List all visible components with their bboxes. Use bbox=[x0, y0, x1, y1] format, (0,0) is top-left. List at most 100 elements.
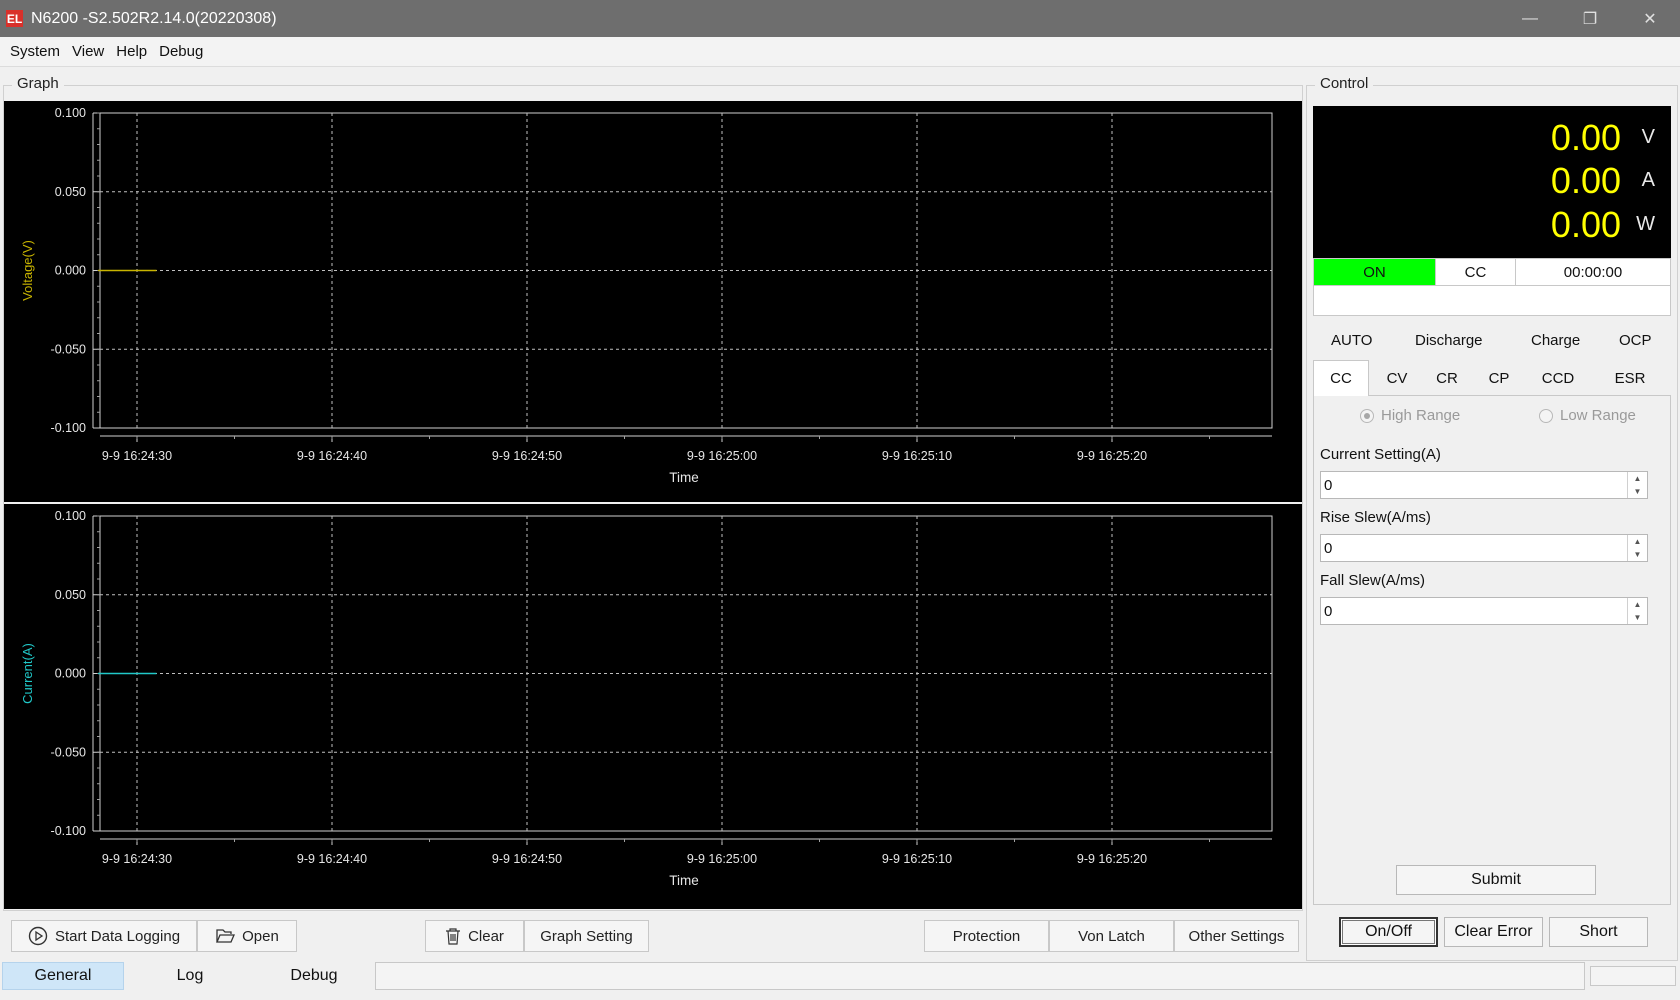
x-axis-label: Time bbox=[669, 470, 699, 485]
mode-indicator: CC bbox=[1436, 259, 1516, 285]
graph-group-title: Graph bbox=[12, 75, 64, 92]
status-bar-cell bbox=[1590, 966, 1676, 986]
spin-down-icon[interactable]: ▼ bbox=[1628, 611, 1647, 624]
tab-debug[interactable]: Debug bbox=[254, 962, 374, 990]
fall-slew-spinbox[interactable]: 0 ▲ ▼ bbox=[1320, 597, 1648, 625]
x-tick-label: 9-9 16:25:20 bbox=[1077, 852, 1147, 866]
von-latch-button[interactable]: Von Latch bbox=[1049, 920, 1174, 952]
y-tick-label: -0.100 bbox=[51, 421, 86, 435]
tab-charge[interactable]: Charge bbox=[1531, 332, 1580, 349]
on-off-button[interactable]: On/Off bbox=[1339, 917, 1438, 947]
tab-ccd[interactable]: CCD bbox=[1530, 360, 1586, 396]
open-label: Open bbox=[242, 927, 279, 945]
graph-setting-button[interactable]: Graph Setting bbox=[524, 920, 649, 952]
rise-slew-spinbox[interactable]: 0 ▲ ▼ bbox=[1320, 534, 1648, 562]
radio-unselected-icon bbox=[1539, 408, 1553, 423]
voltage-reading: 0.00 bbox=[1550, 117, 1621, 158]
protection-button[interactable]: Protection bbox=[924, 920, 1049, 952]
y-tick-label: -0.050 bbox=[51, 745, 86, 759]
tab-cp[interactable]: CP bbox=[1474, 360, 1524, 396]
y-tick-label: 0.050 bbox=[55, 588, 86, 602]
minimize-button[interactable]: — bbox=[1500, 0, 1560, 37]
control-group-title: Control bbox=[1315, 75, 1374, 92]
submit-button[interactable]: Submit bbox=[1396, 865, 1596, 895]
x-tick-label: 9-9 16:24:30 bbox=[102, 449, 172, 463]
x-tick-label: 9-9 16:25:10 bbox=[882, 449, 952, 463]
current-chart: 0.100 0.050 0.000 -0.050 -0.100 9-9 16:24:30 9… bbox=[20, 509, 1273, 888]
spin-up-icon[interactable]: ▲ bbox=[1628, 598, 1647, 611]
voltage-chart: 0.100 0.050 0.000 -0.050 -0.100 9-9 16:24:30 9… bbox=[20, 106, 1273, 485]
y-tick-label: -0.100 bbox=[51, 824, 86, 838]
current-reading: 0.00 bbox=[1550, 160, 1621, 201]
window-title: N6200 -S2.502R2.14.0(20220308) bbox=[31, 9, 277, 27]
y-tick-label: 0.000 bbox=[55, 264, 86, 278]
y-tick-label: -0.050 bbox=[51, 342, 86, 356]
fall-slew-value[interactable]: 0 bbox=[1321, 598, 1627, 624]
x-tick-label: 9-9 16:25:10 bbox=[882, 852, 952, 866]
app-logo-icon: EL bbox=[6, 10, 23, 27]
voltage-unit: V bbox=[1641, 126, 1655, 148]
menu-debug[interactable]: Debug bbox=[153, 43, 209, 60]
short-button[interactable]: Short bbox=[1549, 917, 1648, 947]
tab-ocp[interactable]: OCP bbox=[1619, 332, 1652, 349]
menu-bar: System View Help Debug bbox=[0, 37, 1680, 67]
x-tick-label: 9-9 16:24:30 bbox=[102, 852, 172, 866]
status-row: ON CC 00:00:00 bbox=[1313, 258, 1671, 286]
trash-icon bbox=[445, 927, 461, 945]
close-button[interactable]: ✕ bbox=[1620, 0, 1680, 37]
y-axis-label: Voltage(V) bbox=[20, 240, 35, 301]
status-bar bbox=[375, 962, 1585, 990]
other-settings-button[interactable]: Other Settings bbox=[1174, 920, 1299, 952]
output-state-indicator: ON bbox=[1314, 259, 1436, 285]
restore-button[interactable]: ❐ bbox=[1560, 0, 1620, 37]
tab-cr[interactable]: CR bbox=[1422, 360, 1472, 396]
x-tick-label: 9-9 16:25:00 bbox=[687, 449, 757, 463]
tab-discharge[interactable]: Discharge bbox=[1415, 332, 1483, 349]
spin-down-icon[interactable]: ▼ bbox=[1628, 485, 1647, 498]
x-tick-label: 9-9 16:24:50 bbox=[492, 449, 562, 463]
menu-system[interactable]: System bbox=[4, 43, 66, 60]
title-bar: EL N6200 -S2.502R2.14.0(20220308) — ❐ ✕ bbox=[0, 0, 1680, 37]
play-circle-icon bbox=[28, 926, 48, 946]
start-data-logging-button[interactable]: Start Data Logging bbox=[11, 920, 197, 952]
radio-selected-icon bbox=[1360, 408, 1374, 423]
spin-up-icon[interactable]: ▲ bbox=[1628, 535, 1647, 548]
rise-slew-value[interactable]: 0 bbox=[1321, 535, 1627, 561]
low-range-label: Low Range bbox=[1560, 407, 1636, 424]
low-range-radio[interactable]: Low Range bbox=[1539, 407, 1636, 424]
x-tick-label: 9-9 16:25:00 bbox=[687, 852, 757, 866]
x-tick-label: 9-9 16:24:40 bbox=[297, 852, 367, 866]
tab-auto[interactable]: AUTO bbox=[1331, 332, 1372, 349]
tab-general[interactable]: General bbox=[2, 962, 124, 990]
high-range-label: High Range bbox=[1381, 407, 1461, 424]
fall-slew-label: Fall Slew(A/ms) bbox=[1320, 572, 1426, 589]
menu-view[interactable]: View bbox=[66, 43, 110, 60]
graph-area: 0.100 0.050 0.000 -0.050 -0.100 9-9 16:24:30 9… bbox=[4, 101, 1302, 909]
x-tick-label: 9-9 16:25:20 bbox=[1077, 449, 1147, 463]
spin-down-icon[interactable]: ▼ bbox=[1628, 548, 1647, 561]
current-setting-value[interactable]: 0 bbox=[1321, 472, 1627, 498]
x-tick-label: 9-9 16:24:50 bbox=[492, 852, 562, 866]
spin-up-icon[interactable]: ▲ bbox=[1628, 472, 1647, 485]
message-field bbox=[1313, 286, 1671, 316]
clear-button[interactable]: Clear bbox=[425, 920, 524, 952]
open-button[interactable]: Open bbox=[197, 920, 297, 952]
power-unit: W bbox=[1636, 213, 1655, 235]
start-data-logging-label: Start Data Logging bbox=[54, 927, 181, 945]
tab-cv[interactable]: CV bbox=[1372, 360, 1422, 396]
y-tick-label: 0.000 bbox=[55, 667, 86, 681]
rise-slew-label: Rise Slew(A/ms) bbox=[1320, 509, 1431, 526]
timer-display: 00:00:00 bbox=[1563, 263, 1623, 281]
x-tick-label: 9-9 16:24:40 bbox=[297, 449, 367, 463]
menu-help[interactable]: Help bbox=[110, 43, 153, 60]
tab-esr[interactable]: ESR bbox=[1600, 360, 1660, 396]
tab-log[interactable]: Log bbox=[130, 962, 250, 990]
clear-error-button[interactable]: Clear Error bbox=[1444, 917, 1543, 947]
y-axis-label: Current(A) bbox=[20, 643, 35, 704]
current-setting-spinbox[interactable]: 0 ▲ ▼ bbox=[1320, 471, 1648, 499]
x-axis-label: Time bbox=[669, 873, 699, 888]
y-tick-label: 0.050 bbox=[55, 185, 86, 199]
high-range-radio[interactable]: High Range bbox=[1360, 407, 1460, 424]
power-reading: 0.00 bbox=[1550, 204, 1621, 245]
tab-cc[interactable]: CC bbox=[1313, 360, 1369, 396]
